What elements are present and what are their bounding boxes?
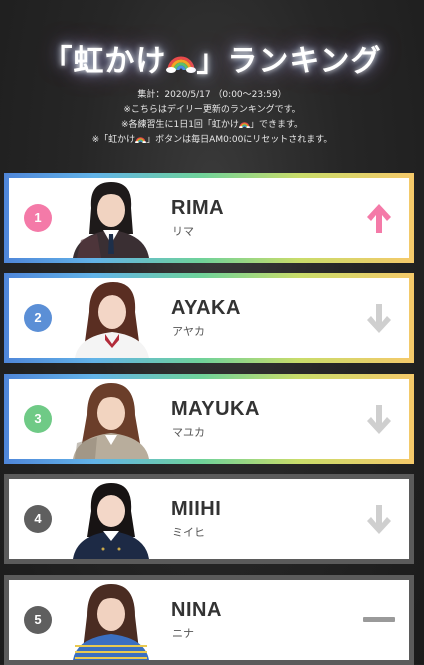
member-photo [67, 580, 155, 660]
member-kana: ミイヒ [172, 526, 205, 539]
arrow-down-icon [367, 405, 391, 434]
member-photo [67, 379, 155, 459]
note-text: ※「虹かけ [91, 135, 136, 145]
note-line-period: 集計：2020/5/17 （0:00〜23:59） [137, 90, 287, 100]
title-text-before: 「虹かけ [42, 44, 167, 79]
arrow-up-icon [367, 204, 391, 233]
rainbow-icon [135, 134, 146, 143]
ranking-header: 「虹かけ 」ランキング 集計：2020/5/17 （0:00〜23:59） ※こち… [0, 0, 424, 170]
member-photo [67, 278, 155, 358]
note-text: 」できます。 [249, 120, 304, 130]
member-kana: リマ [172, 225, 194, 238]
member-photo [67, 178, 155, 258]
rainbow-icon [239, 119, 250, 128]
arrow-down-icon [367, 304, 391, 333]
rank-badge: 1 [24, 204, 52, 232]
ranking-notes: 集計：2020/5/17 （0:00〜23:59） ※こちらはデイリー更新のラン… [0, 88, 424, 148]
member-kana: ニナ [172, 627, 194, 640]
page-title: 「虹かけ 」ランキング [0, 36, 424, 80]
title-text-after: 」ランキング [196, 44, 382, 79]
dash-icon [363, 617, 395, 622]
member-name: NINA [171, 599, 222, 621]
member-photo [67, 479, 155, 559]
rainbow-icon [166, 47, 196, 73]
note-text: 」ボタンは毎日AM0:00にリセットされます。 [146, 135, 333, 145]
note-line-daily: ※こちらはデイリー更新のランキングです。 [123, 105, 301, 115]
member-name: MIIHI [171, 498, 222, 520]
ranking-card-3[interactable]: 3 MAYUKA マユカ [4, 374, 414, 464]
member-kana: アヤカ [172, 325, 205, 338]
ranking-card-1[interactable]: 1 RIMA リマ [4, 173, 414, 263]
ranking-card-4[interactable]: 4 MIIHI ミイヒ [4, 474, 414, 564]
ranking-card-2[interactable]: 2 AYAKA アヤカ [4, 273, 414, 363]
note-line-once-per-day: ※各練習生に1日1回「虹かけ 」できます。 [0, 118, 424, 133]
member-name: AYAKA [171, 297, 241, 319]
rank-badge: 2 [24, 304, 52, 332]
arrow-down-icon [367, 505, 391, 534]
rank-badge: 5 [24, 606, 52, 634]
rank-badge: 4 [24, 505, 52, 533]
member-name: MAYUKA [171, 398, 260, 420]
member-kana: マユカ [172, 426, 205, 439]
rank-badge: 3 [24, 405, 52, 433]
member-name: RIMA [171, 197, 225, 219]
note-text: ※各練習生に1日1回「虹かけ [120, 120, 239, 130]
ranking-card-5[interactable]: 5 NINA ニナ [4, 575, 414, 665]
note-line-reset: ※「虹かけ 」ボタンは毎日AM0:00にリセットされます。 [0, 133, 424, 148]
